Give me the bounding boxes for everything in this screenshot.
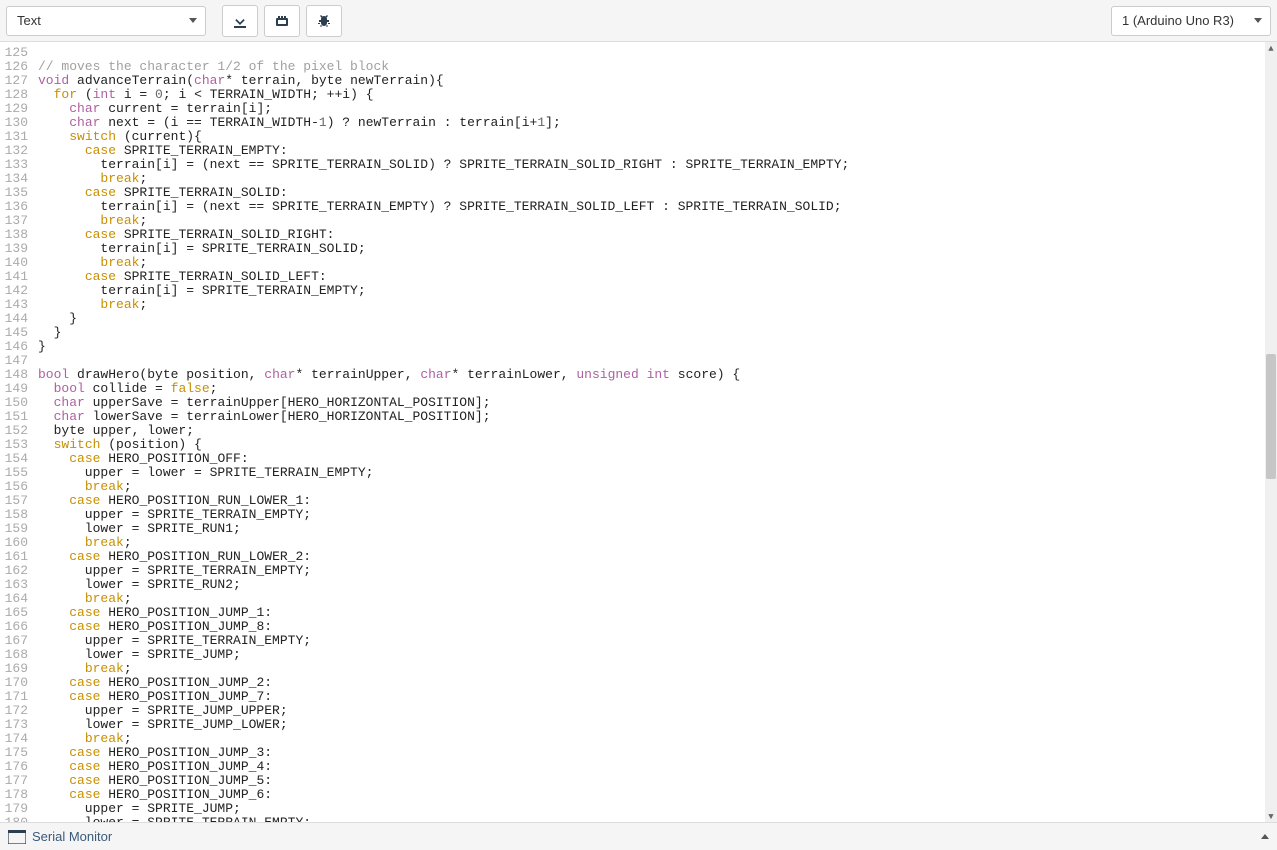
code-line[interactable]: case SPRITE_TERRAIN_SOLID: [38, 186, 1277, 200]
code-line[interactable]: switch (current){ [38, 130, 1277, 144]
code-line[interactable]: char current = terrain[i]; [38, 102, 1277, 116]
board-dropdown[interactable]: 1 (Arduino Uno R3) [1111, 6, 1271, 36]
code-line[interactable]: } [38, 340, 1277, 354]
code-line[interactable]: case HERO_POSITION_OFF: [38, 452, 1277, 466]
code-line[interactable]: } [38, 326, 1277, 340]
libraries-button[interactable] [264, 5, 300, 37]
code-line[interactable]: char next = (i == TERRAIN_WIDTH-1) ? new… [38, 116, 1277, 130]
code-line[interactable] [38, 46, 1277, 60]
code-line[interactable]: break; [38, 480, 1277, 494]
code-line[interactable]: break; [38, 536, 1277, 550]
code-line[interactable]: upper = SPRITE_JUMP_UPPER; [38, 704, 1277, 718]
code-line[interactable] [38, 354, 1277, 368]
code-editor[interactable]: 1251261271281291301311321331341351361371… [0, 42, 1277, 822]
scrollbar-thumb[interactable] [1266, 354, 1276, 479]
code-line[interactable]: break; [38, 172, 1277, 186]
chevron-up-icon[interactable] [1261, 834, 1269, 839]
code-line[interactable]: upper = SPRITE_TERRAIN_EMPTY; [38, 634, 1277, 648]
code-line[interactable]: upper = SPRITE_JUMP; [38, 802, 1277, 816]
code-line[interactable]: break; [38, 662, 1277, 676]
code-line[interactable]: byte upper, lower; [38, 424, 1277, 438]
code-line[interactable]: upper = lower = SPRITE_TERRAIN_EMPTY; [38, 466, 1277, 480]
code-line[interactable]: break; [38, 256, 1277, 270]
code-line[interactable]: for (int i = 0; i < TERRAIN_WIDTH; ++i) … [38, 88, 1277, 102]
board-label: 1 (Arduino Uno R3) [1122, 13, 1234, 28]
code-line[interactable]: // moves the character 1/2 of the pixel … [38, 60, 1277, 74]
code-line[interactable]: break; [38, 298, 1277, 312]
code-content[interactable]: // moves the character 1/2 of the pixel … [34, 42, 1277, 822]
view-mode-dropdown[interactable]: Text [6, 6, 206, 36]
code-line[interactable]: case HERO_POSITION_JUMP_8: [38, 620, 1277, 634]
code-line[interactable]: case HERO_POSITION_JUMP_2: [38, 676, 1277, 690]
code-line[interactable]: case HERO_POSITION_JUMP_1: [38, 606, 1277, 620]
line-gutter: 1251261271281291301311321331341351361371… [0, 42, 34, 822]
code-line[interactable]: lower = SPRITE_JUMP_LOWER; [38, 718, 1277, 732]
code-line[interactable]: case HERO_POSITION_JUMP_5: [38, 774, 1277, 788]
chip-icon [274, 13, 290, 29]
scroll-down-arrow[interactable]: ▼ [1266, 810, 1276, 822]
statusbar: Serial Monitor [0, 822, 1277, 850]
code-line[interactable]: bool collide = false; [38, 382, 1277, 396]
code-line[interactable]: upper = SPRITE_TERRAIN_EMPTY; [38, 508, 1277, 522]
code-line[interactable]: lower = SPRITE_JUMP; [38, 648, 1277, 662]
download-icon [232, 13, 248, 29]
code-line[interactable]: case SPRITE_TERRAIN_SOLID_RIGHT: [38, 228, 1277, 242]
code-line[interactable]: switch (position) { [38, 438, 1277, 452]
code-line[interactable]: char lowerSave = terrainLower[HERO_HORIZ… [38, 410, 1277, 424]
bug-icon [316, 13, 332, 29]
code-line[interactable]: case HERO_POSITION_JUMP_7: [38, 690, 1277, 704]
code-line[interactable]: break; [38, 214, 1277, 228]
code-line[interactable]: bool drawHero(byte position, char* terra… [38, 368, 1277, 382]
code-line[interactable]: case SPRITE_TERRAIN_EMPTY: [38, 144, 1277, 158]
code-line[interactable]: case HERO_POSITION_JUMP_6: [38, 788, 1277, 802]
code-line[interactable]: terrain[i] = (next == SPRITE_TERRAIN_EMP… [38, 200, 1277, 214]
code-line[interactable]: upper = SPRITE_TERRAIN_EMPTY; [38, 564, 1277, 578]
code-line[interactable]: char upperSave = terrainUpper[HERO_HORIZ… [38, 396, 1277, 410]
download-button[interactable] [222, 5, 258, 37]
code-line[interactable]: void advanceTerrain(char* terrain, byte … [38, 74, 1277, 88]
serial-monitor-icon [8, 830, 26, 844]
code-line[interactable]: terrain[i] = SPRITE_TERRAIN_EMPTY; [38, 284, 1277, 298]
code-line[interactable]: break; [38, 732, 1277, 746]
code-line[interactable]: lower = SPRITE_RUN2; [38, 578, 1277, 592]
code-line[interactable]: case HERO_POSITION_JUMP_4: [38, 760, 1277, 774]
chevron-down-icon [189, 18, 197, 23]
code-line[interactable]: case HERO_POSITION_RUN_LOWER_2: [38, 550, 1277, 564]
code-line[interactable]: case HERO_POSITION_RUN_LOWER_1: [38, 494, 1277, 508]
code-line[interactable]: case HERO_POSITION_JUMP_3: [38, 746, 1277, 760]
code-line[interactable]: case SPRITE_TERRAIN_SOLID_LEFT: [38, 270, 1277, 284]
code-line[interactable]: lower = SPRITE_TERRAIN_EMPTY; [38, 816, 1277, 822]
chevron-down-icon [1254, 18, 1262, 23]
scroll-up-arrow[interactable]: ▲ [1266, 42, 1276, 54]
code-line[interactable]: } [38, 312, 1277, 326]
toolbar: Text 1 (Arduino Uno R3) [0, 0, 1277, 42]
code-line[interactable]: terrain[i] = SPRITE_TERRAIN_SOLID; [38, 242, 1277, 256]
debug-button[interactable] [306, 5, 342, 37]
vertical-scrollbar[interactable]: ▲ ▼ [1265, 42, 1277, 822]
view-mode-label: Text [17, 13, 41, 28]
code-line[interactable]: break; [38, 592, 1277, 606]
code-line[interactable]: lower = SPRITE_RUN1; [38, 522, 1277, 536]
serial-monitor-link[interactable]: Serial Monitor [32, 829, 112, 844]
code-line[interactable]: terrain[i] = (next == SPRITE_TERRAIN_SOL… [38, 158, 1277, 172]
